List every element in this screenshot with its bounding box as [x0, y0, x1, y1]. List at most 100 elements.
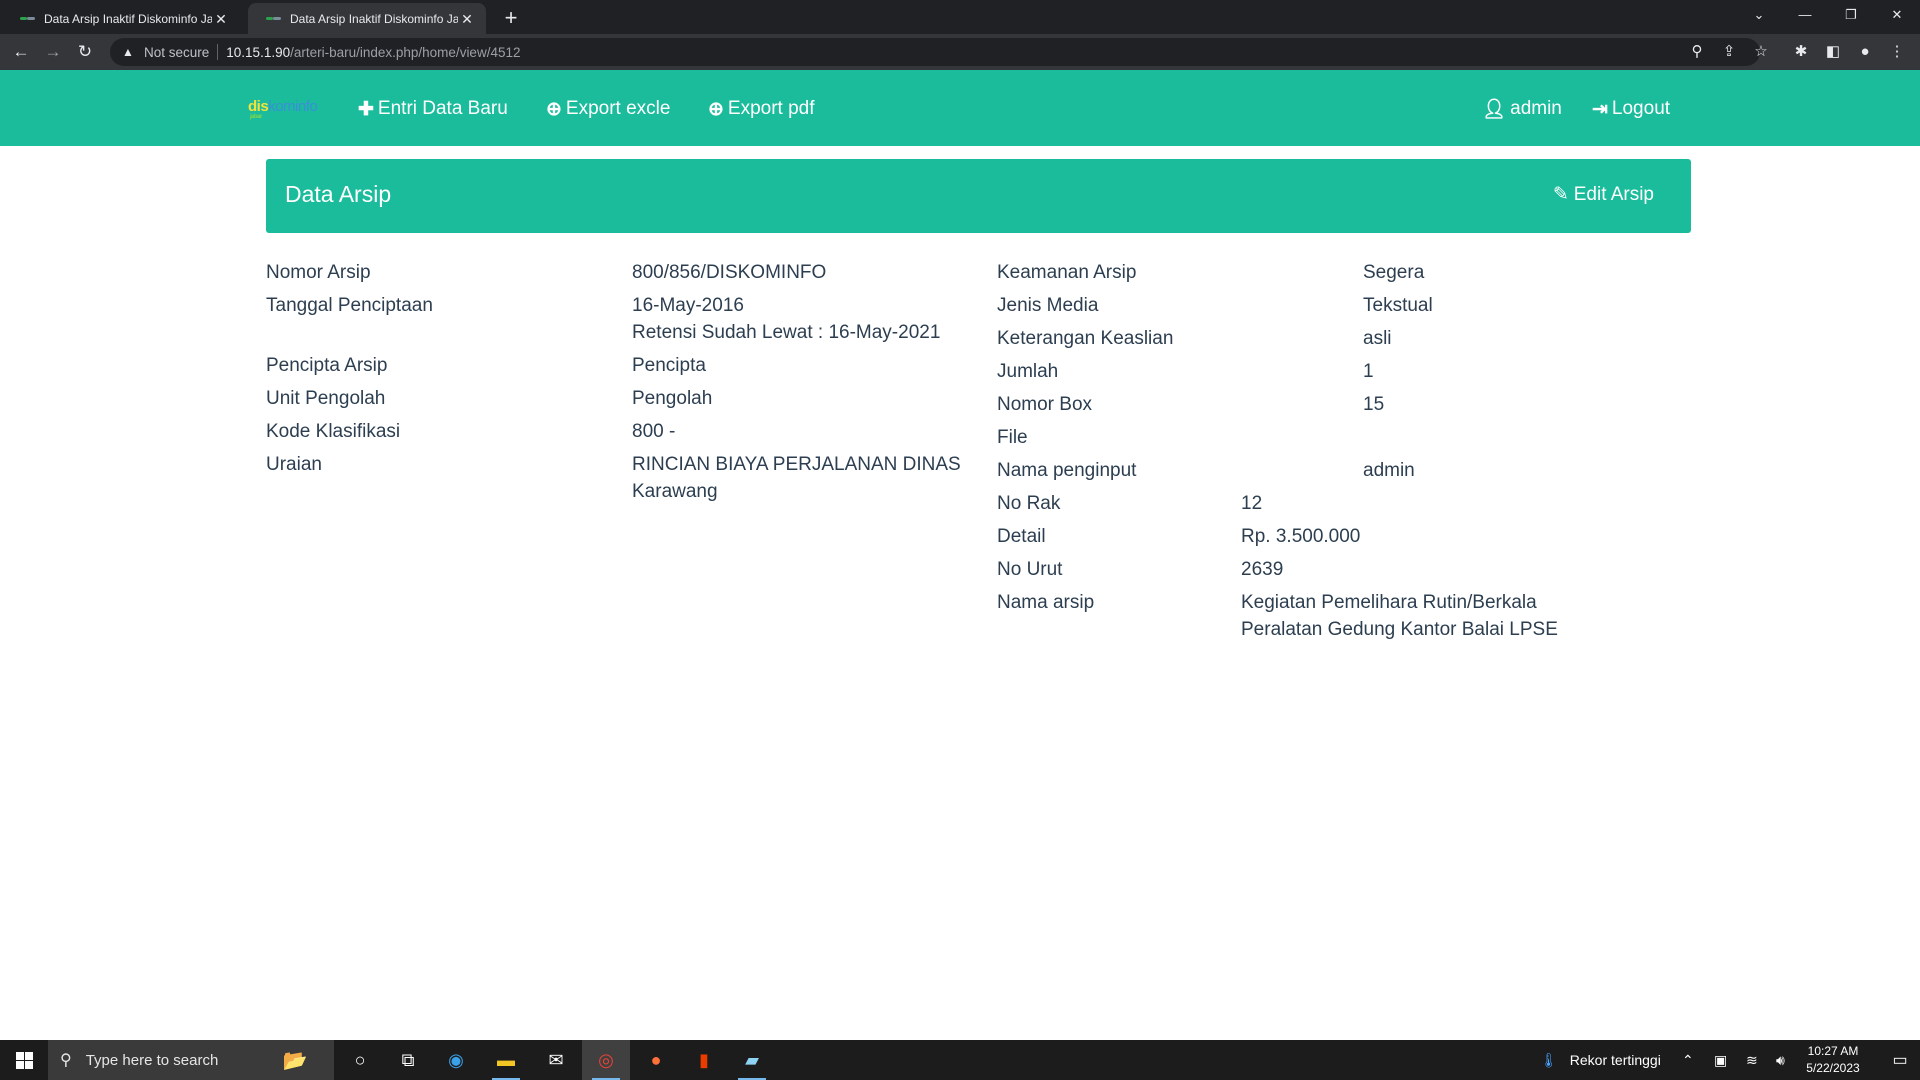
field-value-tanggal-penciptaan: 16-May-2016	[632, 295, 744, 316]
forward-arrow-icon[interactable]: →	[40, 39, 66, 65]
field-label-tanggal-penciptaan: Tanggal Penciptaan	[266, 295, 433, 316]
notification-center-icon[interactable]: ▭	[1890, 1050, 1910, 1070]
field-label-nama-penginput: Nama penginput	[997, 460, 1137, 481]
warning-triangle-icon: ▲	[122, 45, 134, 59]
field-value-no-rak: 12	[1241, 493, 1263, 514]
windows-start-icon[interactable]	[0, 1040, 48, 1080]
download-circle-icon: ⊕	[708, 98, 724, 120]
taskbar-clock[interactable]: 10:27 AM 5/22/2023	[1798, 1043, 1868, 1077]
export-excel-link[interactable]: ⊕ Export excle	[546, 94, 670, 124]
close-window-icon[interactable]: ✕	[1874, 0, 1920, 30]
browser-tab[interactable]: Data Arsip Inaktif Diskominfo Jaw ✕	[2, 3, 240, 34]
close-tab-icon[interactable]: ✕	[458, 10, 476, 28]
thermometer-icon: 🌡︎	[1540, 1051, 1558, 1068]
field-label-detail: Detail	[997, 526, 1046, 547]
field-label-nomor-box: Nomor Box	[997, 394, 1093, 415]
network-wifi-icon[interactable]: ≋	[1746, 1040, 1758, 1080]
weather-widget[interactable]: 🌡︎ Rekor tertinggi	[1540, 1040, 1661, 1080]
extensions-puzzle-icon[interactable]: ✱	[1788, 39, 1814, 65]
logout-link[interactable]: ⇥ Logout	[1592, 94, 1670, 124]
search-placeholder: Type here to search	[85, 1051, 219, 1069]
edit-arsip-button[interactable]: ✎ Edit Arsip	[1553, 183, 1654, 206]
field-label-jenis-media: Jenis Media	[997, 295, 1099, 316]
logout-label: Logout	[1611, 98, 1671, 119]
close-tab-icon[interactable]: ✕	[212, 10, 230, 28]
zoom-icon[interactable]: ⚲	[1684, 39, 1710, 65]
field-label-keterangan-keaslian: Keterangan Keaslian	[997, 328, 1174, 349]
field-value-nomor-box: 15	[1363, 394, 1385, 415]
office-icon[interactable]: ▮	[680, 1040, 728, 1080]
share-icon[interactable]: ⇪	[1716, 39, 1742, 65]
site-favicon-icon	[20, 16, 36, 22]
field-value-kode-klasifikasi: 800 -	[632, 421, 676, 442]
search-icon: ⚲	[60, 1052, 72, 1069]
user-menu-link[interactable]: 👤︎ admin	[1482, 94, 1562, 124]
field-value-nama-arsip: Kegiatan Pemelihara Rutin/Berkala Perala…	[1241, 592, 1558, 640]
windows-taskbar: ⚲ Type here to search 📂 ○ ⧉ ◉ ▬ ✉ ◎ ● ▮ …	[0, 1040, 1920, 1080]
volume-icon[interactable]: 🔊︎	[1776, 1040, 1785, 1080]
field-label-no-urut: No Urut	[997, 559, 1063, 580]
field-value-nama-penginput: admin	[1363, 460, 1415, 481]
field-value-retensi: Retensi Sudah Lewat : 16-May-2021	[632, 322, 941, 343]
download-circle-icon: ⊕	[546, 98, 562, 120]
field-value-no-urut: 2639	[1241, 559, 1284, 580]
field-value-pencipta-arsip: Pencipta	[632, 355, 706, 376]
field-value-keterangan-keaslian: asli	[1363, 328, 1392, 349]
field-label-jumlah: Jumlah	[997, 361, 1059, 382]
edit-arsip-label: Edit Arsip	[1573, 183, 1654, 205]
pencil-icon: ✎	[1552, 184, 1569, 205]
cortana-circle-icon[interactable]: ○	[336, 1040, 384, 1080]
weather-label: Rekor tertinggi	[1569, 1052, 1661, 1068]
minimize-window-icon[interactable]: —	[1782, 0, 1828, 30]
field-label-keamanan-arsip: Keamanan Arsip	[997, 262, 1137, 283]
task-view-icon[interactable]: ⧉	[384, 1040, 432, 1080]
side-panel-icon[interactable]: ◧	[1820, 39, 1846, 65]
tray-chevron-up-icon[interactable]: ⌃	[1682, 1040, 1694, 1080]
export-pdf-label: Export pdf	[727, 98, 815, 119]
export-pdf-link[interactable]: ⊕ Export pdf	[708, 94, 815, 124]
logout-icon: ⇥	[1592, 98, 1608, 120]
address-bar[interactable]: ▲ Not secure 10.15.1.90 /arteri-baru/ind…	[110, 38, 1760, 66]
reload-icon[interactable]: ↻	[72, 39, 98, 65]
tab-search-chevron-icon[interactable]: ⌄	[1736, 0, 1782, 30]
plus-icon: ✚	[358, 98, 374, 120]
profile-icon[interactable]: ●	[1852, 39, 1878, 65]
new-tab-button[interactable]: +	[498, 5, 524, 31]
clock-time: 10:27 AM	[1807, 1044, 1859, 1058]
user-icon: 👤︎	[1482, 99, 1507, 120]
security-label: Not secure	[144, 44, 210, 60]
edge-browser-icon[interactable]: ◉	[432, 1040, 480, 1080]
restore-window-icon[interactable]: ❐	[1828, 0, 1874, 30]
user-label: admin	[1510, 98, 1562, 119]
field-label-uraian: Uraian	[266, 454, 322, 475]
field-label-file: File	[997, 427, 1028, 448]
chrome-browser-icon[interactable]: ◎	[582, 1040, 630, 1080]
field-value-jenis-media: Tekstual	[1363, 295, 1433, 316]
entri-data-baru-label: Entri Data Baru	[377, 98, 508, 119]
entri-data-baru-link[interactable]: ✚ Entri Data Baru	[358, 94, 508, 124]
firefox-browser-icon[interactable]: ●	[632, 1040, 680, 1080]
file-explorer-icon[interactable]: ▬	[482, 1040, 530, 1080]
omnibox-divider	[217, 44, 219, 60]
page-title: Data Arsip	[285, 181, 392, 207]
url-host: 10.15.1.90	[226, 44, 291, 60]
notepad-icon[interactable]: ▰	[728, 1040, 776, 1080]
field-value-uraian: RINCIAN BIAYA PERJALANAN DINAS Karawang	[632, 454, 961, 502]
field-value-detail: Rp. 3.500.000	[1241, 526, 1361, 547]
browser-tab-active[interactable]: Data Arsip Inaktif Diskominfo Jaw ✕	[248, 3, 486, 34]
field-label-unit-pengolah: Unit Pengolah	[266, 388, 386, 409]
field-label-pencipta-arsip: Pencipta Arsip	[266, 355, 388, 376]
field-label-nama-arsip: Nama arsip	[997, 592, 1095, 613]
field-label-no-rak: No Rak	[997, 493, 1061, 514]
browser-tab-title: Data Arsip Inaktif Diskominfo Jaw	[290, 11, 458, 26]
menu-kebab-icon[interactable]: ⋮	[1884, 39, 1910, 65]
field-value-jumlah: 1	[1363, 361, 1374, 382]
field-label-nomor-arsip: Nomor Arsip	[266, 262, 371, 283]
bookmark-star-icon[interactable]: ☆	[1748, 39, 1774, 65]
browser-toolbar: ← → ↻ ▲ Not secure 10.15.1.90 /arteri-ba…	[0, 34, 1920, 70]
search-highlight-icon[interactable]: 📂	[256, 1040, 334, 1080]
meet-now-icon[interactable]: ▣	[1714, 1040, 1727, 1080]
mail-icon[interactable]: ✉	[532, 1040, 580, 1080]
back-arrow-icon[interactable]: ←	[8, 39, 34, 65]
diskominfo-logo[interactable]: diskominfo jabar	[248, 98, 324, 122]
